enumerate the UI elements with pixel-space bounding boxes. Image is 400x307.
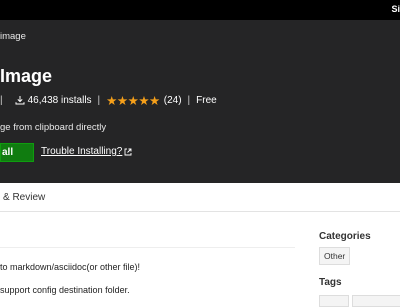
- install-count: 46,438 installs: [27, 94, 92, 106]
- rating-count[interactable]: (24): [164, 95, 182, 106]
- details-tab-bar: & Review: [0, 183, 400, 212]
- breadcrumb[interactable]: image: [0, 31, 26, 42]
- star-icon: ★: [106, 93, 117, 108]
- external-link-icon: [124, 148, 132, 155]
- tag-chip[interactable]: [352, 295, 400, 307]
- star-icon: ★: [149, 93, 160, 108]
- category-chip-label: Other: [324, 251, 346, 261]
- section-divider: [0, 247, 295, 248]
- trouble-installing-label: Trouble Installing?: [41, 146, 123, 157]
- install-button[interactable]: all: [0, 143, 34, 162]
- meta-separator: |: [0, 94, 3, 106]
- description-line: support config destination folder.: [0, 285, 130, 295]
- meta-separator: |: [97, 94, 101, 106]
- star-icon: ★: [127, 93, 139, 108]
- category-chip[interactable]: Other: [319, 247, 351, 265]
- top-nav-bar: Si: [0, 0, 400, 20]
- tab-rating-review[interactable]: & Review: [3, 192, 45, 203]
- star-rating[interactable]: ★ ★ ★ ★ ★: [106, 93, 160, 108]
- install-button-label: all: [2, 147, 14, 158]
- extension-description: ge from clipboard directly: [0, 122, 107, 133]
- download-icon: [15, 96, 25, 105]
- categories-heading: Categories: [319, 231, 371, 242]
- tags-heading: Tags: [319, 277, 342, 288]
- description-line: to markdown/asciidoc(or other file)!: [0, 262, 141, 272]
- meta-separator: |: [187, 94, 191, 106]
- extension-title: Image: [0, 66, 53, 86]
- tag-chip[interactable]: [319, 295, 349, 307]
- star-icon: ★: [138, 93, 150, 108]
- price-label: Free: [196, 94, 217, 106]
- extension-header: image Image | 46,438 installs | ★ ★ ★ ★ …: [0, 20, 400, 183]
- extension-meta: | 46,438 installs | ★ ★ ★ ★ ★ (24) | Fre…: [0, 93, 217, 108]
- star-icon: ★: [116, 93, 128, 108]
- sign-in-link[interactable]: Si: [391, 4, 400, 14]
- trouble-installing-link[interactable]: Trouble Installing?: [41, 146, 132, 157]
